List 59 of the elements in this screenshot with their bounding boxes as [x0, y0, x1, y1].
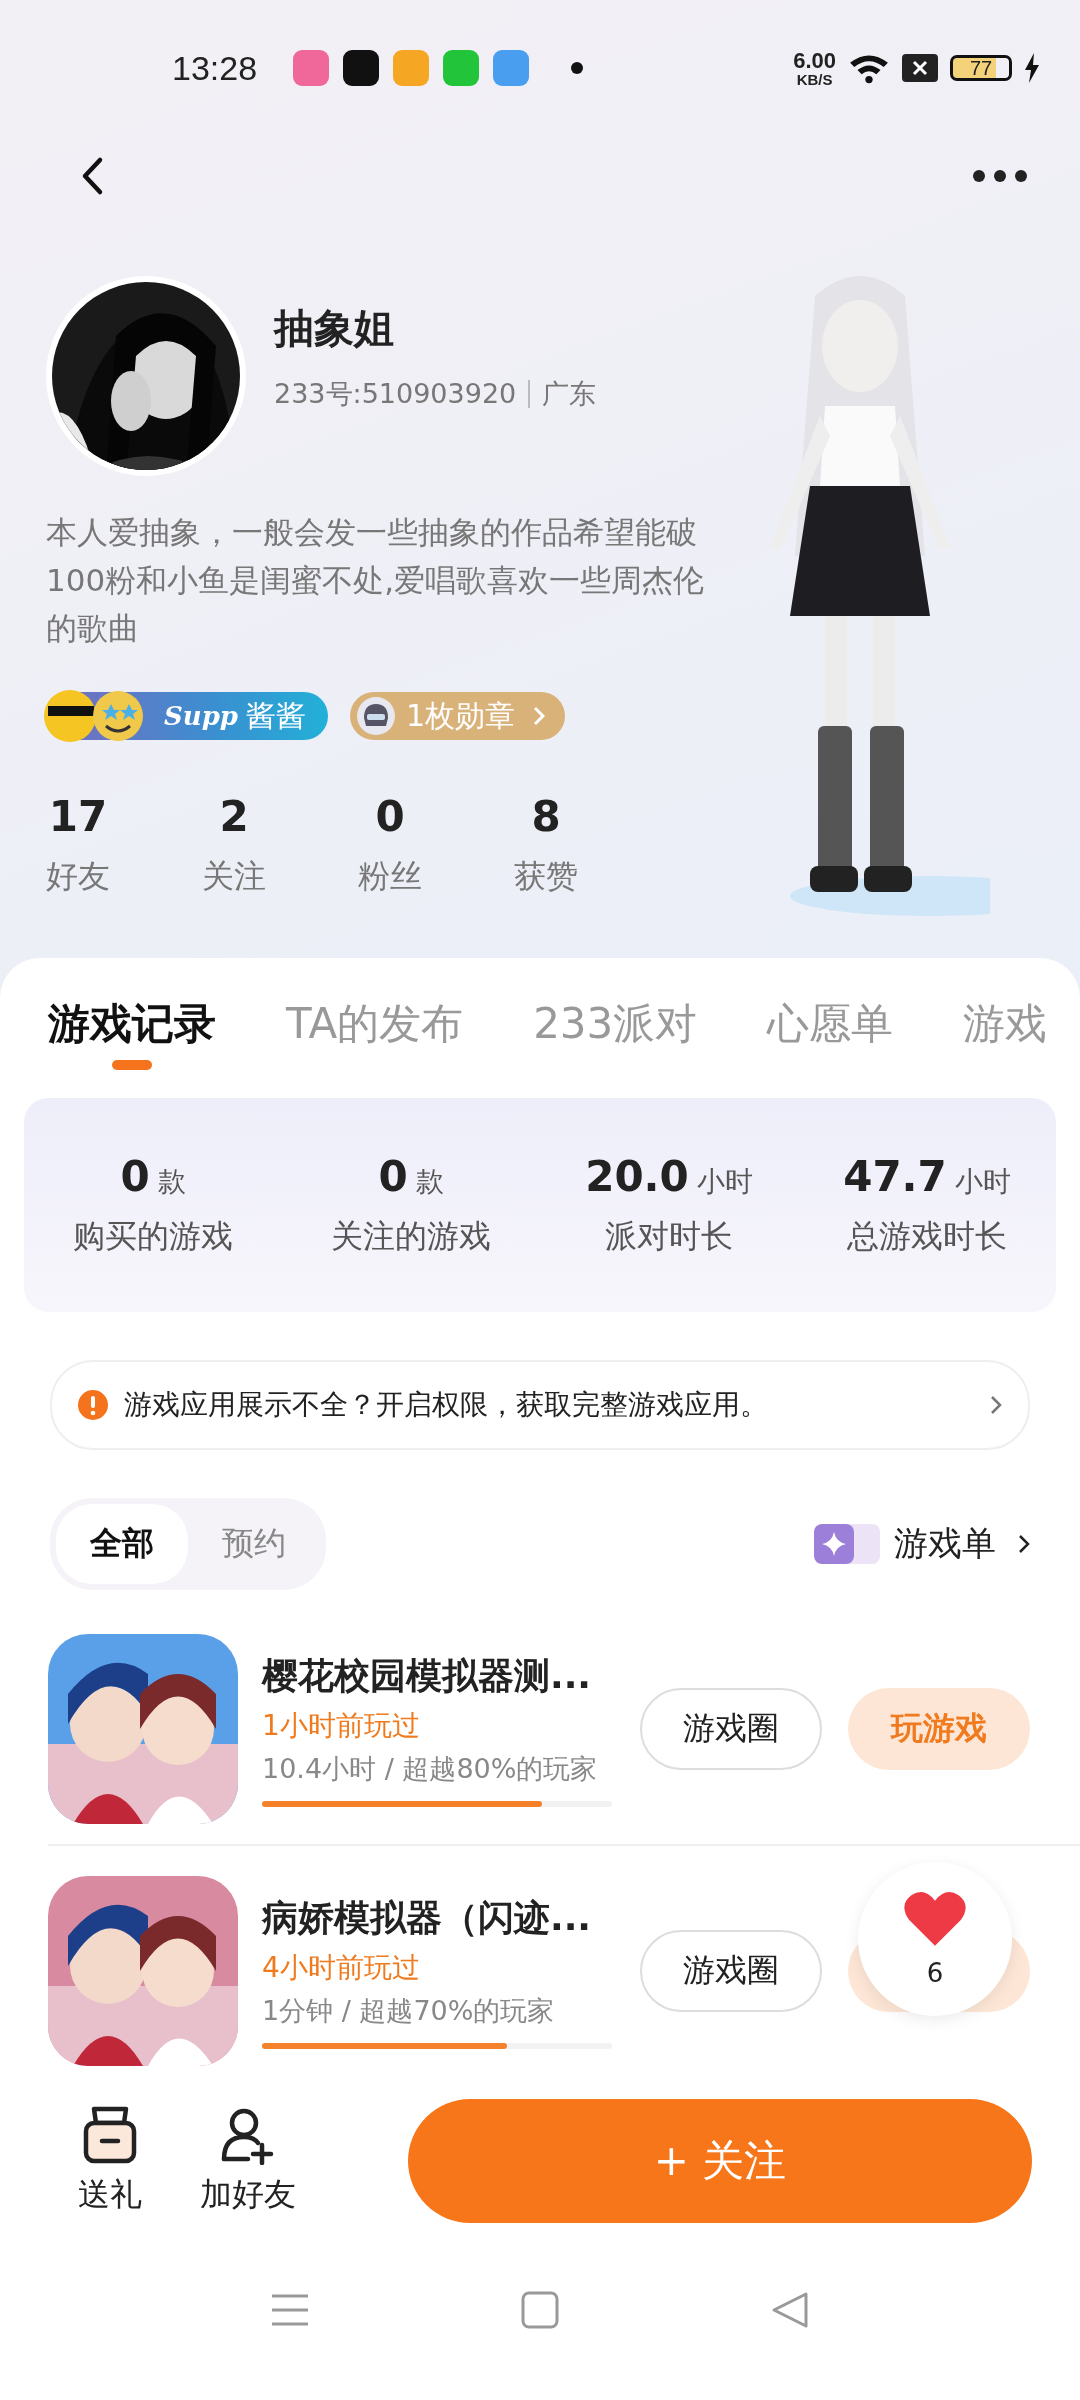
game-title: 病娇模拟器（闪迹...	[262, 1895, 593, 1940]
filter-option[interactable]: 全部	[56, 1504, 188, 1584]
chevron-right-icon	[1018, 1534, 1030, 1554]
chevron-right-icon	[533, 706, 546, 726]
last-played: 1小时前玩过	[262, 1707, 421, 1744]
no-sim-icon	[902, 54, 938, 82]
account-id: 233号:510903920	[274, 376, 517, 411]
wifi-icon	[848, 52, 890, 84]
banner-text: 游戏应用展示不全？开启权限，获取完整游戏应用。	[124, 1387, 769, 1423]
back-icon[interactable]	[80, 156, 104, 196]
summary-unit: 小时	[954, 1163, 1011, 1200]
playtime-text: 1分钟 / 超越70%的玩家	[262, 1993, 556, 2028]
stat-value: 8	[530, 792, 562, 841]
gift-label[interactable]: 送礼	[78, 2173, 142, 2217]
summary-label: 总游戏时长	[847, 1215, 1007, 1257]
chevron-right-icon	[990, 1395, 1002, 1415]
region: 广东	[542, 376, 597, 411]
stat-label: 粉丝	[358, 856, 422, 897]
add-friend-label[interactable]: 加好友	[200, 2173, 296, 2217]
back-triangle-icon[interactable]	[770, 2290, 810, 2330]
more-dot-icon	[571, 62, 584, 74]
bio-text: 本人爱抽象，一般会发一些抽象的作品希望能破100粉和小鱼是闺蜜不处,爱唱歌喜欢一些周杰伦的歌曲	[46, 513, 706, 648]
tab[interactable]: 游戏记录	[48, 978, 216, 1070]
stat-label: 获赞	[514, 856, 578, 897]
summary-value: 0	[378, 1151, 408, 1201]
warning-icon	[78, 1390, 108, 1420]
status-time: 13:28	[172, 48, 258, 88]
user-name: 抽象姐	[274, 303, 395, 353]
stat-value: 2	[218, 792, 250, 841]
battery-icon: 77	[950, 55, 1012, 81]
heart-icon	[902, 1890, 968, 1948]
summary-unit: 款	[415, 1163, 444, 1200]
game-list-link[interactable]: 游戏单	[894, 1521, 996, 1567]
stat-value: 17	[47, 792, 109, 841]
summary-unit: 款	[157, 1163, 186, 1200]
game-circle-button[interactable]: 游戏圈	[640, 1688, 822, 1770]
speed-unit: KB/S	[796, 71, 833, 87]
summary-value: 0	[120, 1151, 150, 1201]
summary-label: 购买的游戏	[73, 1215, 233, 1257]
more-icon[interactable]	[972, 169, 1028, 183]
stat-label: 关注	[202, 856, 266, 897]
stat-label: 好友	[46, 856, 110, 897]
stat-value: 0	[374, 792, 406, 841]
helmet-icon	[356, 696, 397, 736]
permission-banner[interactable]: 游戏应用展示不全？开启权限，获取完整游戏应用。	[50, 1360, 1030, 1450]
playtime-text: 10.4小时 / 超越80%的玩家	[262, 1751, 599, 1786]
fan-tag[interactable]: Supp 酱酱	[46, 692, 329, 740]
home-icon[interactable]	[520, 2290, 560, 2330]
network-speed: 6.00	[793, 49, 836, 72]
summary-label: 关注的游戏	[331, 1215, 491, 1257]
summary-value: 47.7	[843, 1151, 947, 1201]
summary-unit: 小时	[696, 1163, 753, 1200]
summary-value: 20.0	[585, 1151, 689, 1201]
summary-label: 派对时长	[605, 1215, 733, 1257]
like-count: 6	[926, 1958, 944, 1988]
game-circle-button[interactable]: 游戏圈	[640, 1930, 822, 2012]
game-title: 樱花校园模拟器测...	[262, 1653, 593, 1698]
charging-icon	[1024, 53, 1040, 83]
last-played: 4小时前玩过	[262, 1949, 421, 1986]
